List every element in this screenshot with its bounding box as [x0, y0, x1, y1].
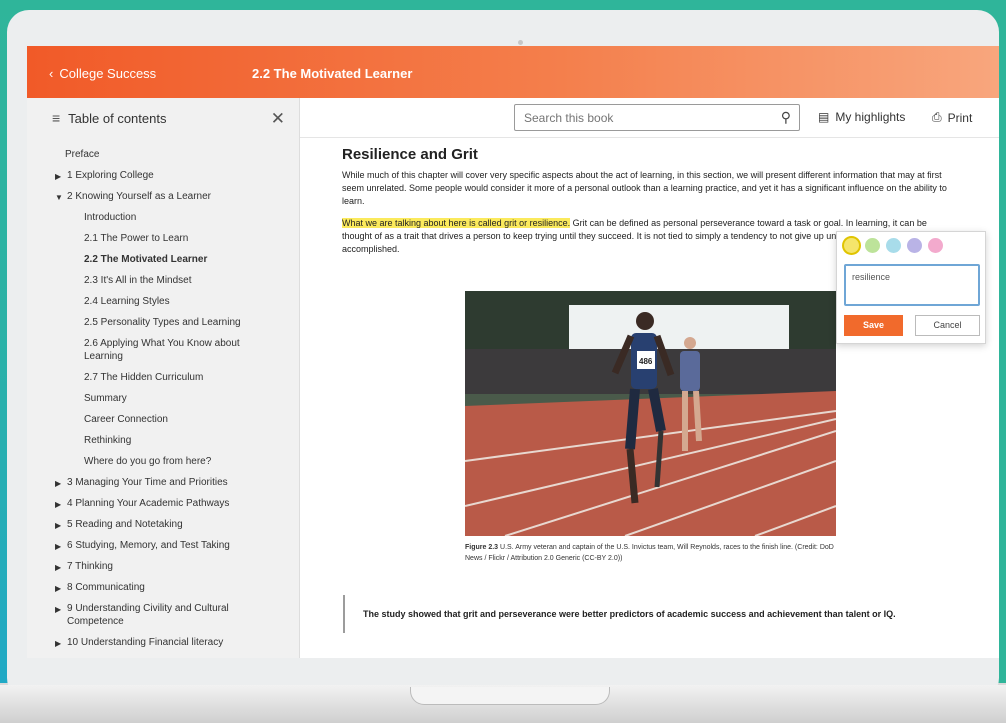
toc-item-label: 2.1 The Power to Learn [84, 233, 189, 244]
toc-item-label: 8 Communicating [67, 582, 145, 593]
back-link[interactable]: ‹ College Success [49, 66, 156, 81]
section-heading: Resilience and Grit [342, 146, 478, 163]
toc-item-label: 2.2 The Motivated Learner [84, 254, 208, 265]
toc-item[interactable]: ▶ 1 Exploring College [27, 169, 299, 182]
toc-item[interactable]: Preface [27, 148, 299, 161]
toc-item-label: 1 Exploring College [67, 170, 154, 181]
toc-item-label: Career Connection [84, 414, 168, 425]
paragraph-1: While much of this chapter will cover ve… [342, 170, 947, 206]
highlight-popup: resilience Save Cancel [836, 231, 986, 344]
page-title: 2.2 The Motivated Learner [252, 66, 413, 81]
toc-sidebar: ≡ Table of contents ✕ Preface ▶ 1 Explorin… [27, 98, 300, 658]
caret-right-icon[interactable]: ▶ [55, 561, 61, 574]
save-button[interactable]: Save [844, 315, 903, 336]
toc-item[interactable]: 2.5 Personality Types and Learning [27, 316, 299, 329]
toc-item[interactable]: ▶ 5 Reading and Notetaking [27, 518, 299, 531]
search-box: ⚲ [514, 104, 800, 131]
chevron-left-icon: ‹ [49, 66, 54, 81]
toc-item-label: Introduction [84, 212, 137, 223]
toc-item[interactable]: ▶ 3 Managing Your Time and Priorities [27, 476, 299, 489]
toc-item[interactable]: Career Connection [27, 413, 299, 426]
toc-item-label: 2.6 Applying What You Know about Learnin… [84, 338, 240, 362]
toc-item-label: 3 Managing Your Time and Priorities [67, 477, 228, 488]
toc-item[interactable]: Introduction [27, 211, 299, 224]
list-icon: ≡ [52, 110, 61, 126]
caret-right-icon[interactable]: ▶ [55, 519, 61, 532]
toolbar: ⚲ ▤ My highlights ⎙ Print [300, 98, 999, 138]
toc-item-label: 2.4 Learning Styles [84, 296, 170, 307]
color-swatch-pink[interactable] [928, 238, 943, 253]
toc-item-label: Preface [65, 149, 100, 160]
caret-right-icon[interactable]: ▶ [55, 498, 61, 511]
svg-text:486: 486 [639, 357, 653, 366]
highlights-icon: ▤ [818, 110, 830, 124]
color-swatch-purple[interactable] [907, 238, 922, 253]
search-icon[interactable]: ⚲ [781, 109, 791, 126]
toc-item[interactable]: 2.4 Learning Styles [27, 295, 299, 308]
figure-image: 486 [465, 291, 836, 536]
print-button[interactable]: ⎙ Print [932, 110, 972, 125]
header-bar: ‹ College Success 2.2 The Motivated Lear… [27, 46, 999, 98]
my-highlights-button[interactable]: ▤ My highlights [818, 110, 905, 124]
caret-right-icon[interactable]: ▶ [55, 603, 61, 616]
toc-item[interactable]: ▶ 8 Communicating [27, 581, 299, 594]
toc-title: Table of contents [68, 110, 167, 126]
toc-item[interactable]: ▶ 6 Studying, Memory, and Test Taking [27, 539, 299, 552]
laptop-notch [410, 687, 610, 705]
reader-screen: ‹ College Success 2.2 The Motivated Lear… [27, 46, 999, 658]
toc-item-label: 2.7 The Hidden Curriculum [84, 372, 204, 383]
toc-item[interactable]: 2.3 It's All in the Mindset [27, 274, 299, 287]
toc-list: Preface ▶ 1 Exploring College ▼ 2 Knowing Yo… [27, 138, 299, 649]
toc-item[interactable]: ▼ 2 Knowing Yourself as a Learner [27, 190, 299, 203]
toc-item-label: 5 Reading and Notetaking [67, 519, 183, 530]
toc-item-label: 9 Understanding Civility and Cultural Co… [67, 603, 229, 627]
toc-item-label: 2 Knowing Yourself as a Learner [67, 191, 211, 202]
toc-item-label: Where do you go from here? [84, 456, 212, 467]
figure-caption: Figure 2.3 U.S. Army veteran and captain… [465, 544, 834, 562]
color-swatch-green[interactable] [865, 238, 880, 253]
toc-item[interactable]: 2.2 The Motivated Learner [27, 253, 299, 266]
toc-item-label: 6 Studying, Memory, and Test Taking [67, 540, 230, 551]
toc-item-label: 4 Planning Your Academic Pathways [67, 498, 230, 509]
caret-right-icon[interactable]: ▶ [55, 540, 61, 553]
color-swatch-blue[interactable] [886, 238, 901, 253]
caret-right-icon[interactable]: ▶ [55, 477, 61, 490]
toc-header: ≡ Table of contents [27, 98, 299, 138]
toc-item-label: 2.5 Personality Types and Learning [84, 317, 241, 328]
print-icon: ⎙ [932, 110, 942, 124]
toc-item[interactable]: 2.1 The Power to Learn [27, 232, 299, 245]
search-input[interactable] [515, 105, 755, 130]
caret-right-icon[interactable]: ▶ [55, 582, 61, 595]
toc-item[interactable]: ▶ 7 Thinking [27, 560, 299, 573]
close-icon[interactable]: ✕ [271, 109, 285, 129]
caret-down-icon[interactable]: ▼ [55, 191, 63, 204]
highlighted-text[interactable]: What we are talking about here is called… [342, 218, 571, 228]
toc-item[interactable]: Where do you go from here? [27, 455, 299, 468]
toc-item[interactable]: ▶ 9 Understanding Civility and Cultural C… [27, 602, 299, 628]
callout-quote: The study showed that grit and persevera… [343, 595, 963, 633]
cancel-button[interactable]: Cancel [915, 315, 980, 336]
toc-item[interactable]: ▶ 4 Planning Your Academic Pathways [27, 497, 299, 510]
toc-item-label: Summary [84, 393, 127, 404]
toc-item-label: 10 Understanding Financial literacy [67, 637, 224, 648]
toc-item-label: 2.3 It's All in the Mindset [84, 275, 192, 286]
toc-item-label: Rethinking [84, 435, 132, 446]
caret-right-icon[interactable]: ▶ [55, 637, 61, 650]
caret-right-icon[interactable]: ▶ [55, 170, 61, 183]
toc-item[interactable]: Rethinking [27, 434, 299, 447]
note-input[interactable]: resilience [844, 264, 980, 306]
toc-item-label: 7 Thinking [67, 561, 113, 572]
color-swatch-yellow[interactable] [844, 238, 859, 253]
camera-icon [518, 40, 523, 45]
toc-item[interactable]: 2.7 The Hidden Curriculum [27, 371, 299, 384]
toc-item[interactable]: ▶ 10 Understanding Financial literacy [27, 636, 299, 649]
toc-item[interactable]: Summary [27, 392, 299, 405]
toc-item[interactable]: 2.6 Applying What You Know about Learnin… [27, 337, 299, 363]
